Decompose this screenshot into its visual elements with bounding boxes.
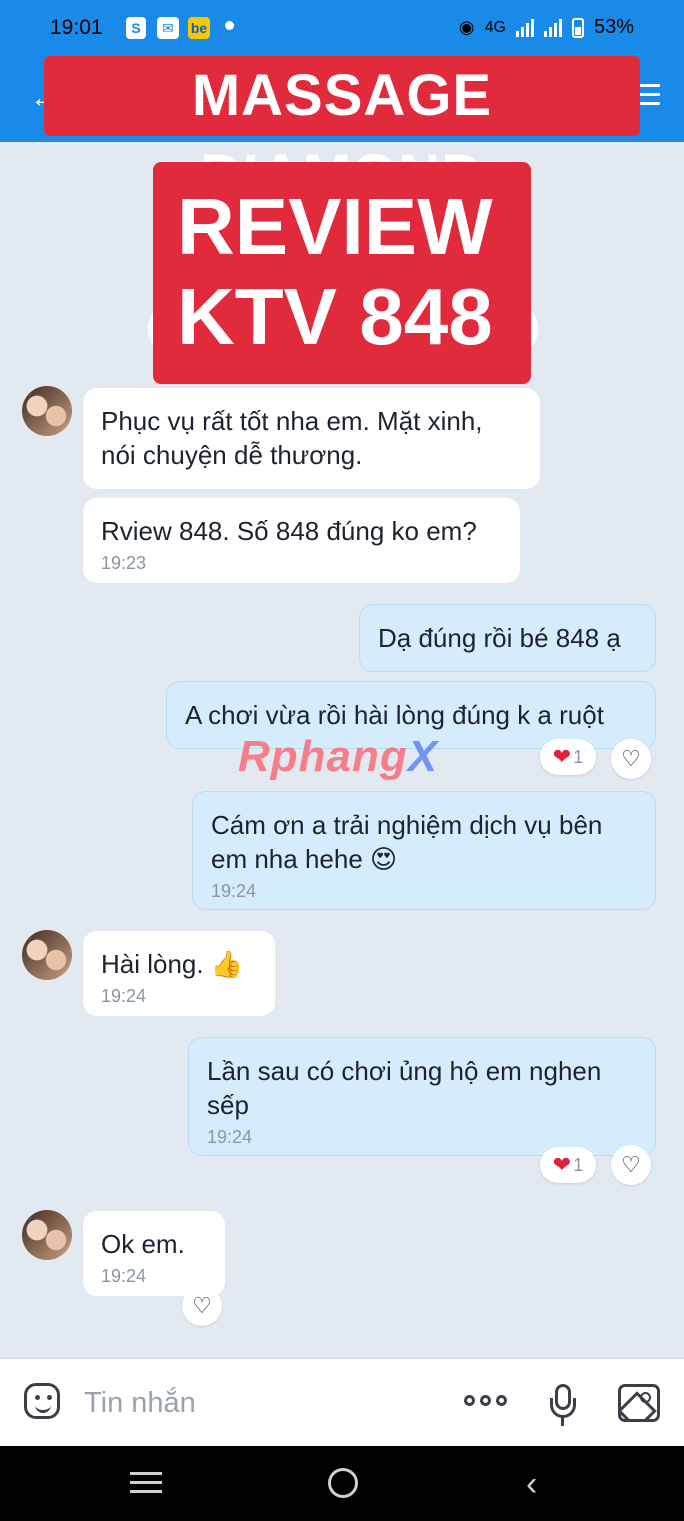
avatar[interactable] — [22, 930, 72, 980]
message-time: 19:24 — [101, 986, 147, 1006]
message-text: Hài lòng. 👍 — [101, 949, 244, 979]
reaction-badge[interactable]: ❤ 1 — [540, 739, 596, 775]
message-bubble[interactable]: Cám ơn a trải nghiệm dịch vụ bên em nha … — [192, 791, 656, 910]
recents-icon[interactable] — [130, 1472, 162, 1499]
message-text: Rview 848. Số 848 đúng ko em? — [101, 516, 477, 546]
shopee-icon: S — [126, 17, 146, 39]
mail-icon: ✉ — [157, 17, 179, 39]
battery-icon — [571, 17, 584, 38]
nav-back-icon[interactable]: ‹ — [526, 1465, 537, 1504]
message-input[interactable] — [82, 1380, 426, 1426]
watermark: RphangX — [238, 732, 438, 782]
message-time: 19:24 — [211, 881, 257, 901]
watermark-text: Rphang — [238, 732, 408, 781]
message-bubble[interactable]: Ok em. 19:24 — [83, 1211, 225, 1296]
heart-outline-icon[interactable]: ♡ — [611, 1145, 651, 1185]
message-bubble[interactable]: Phục vụ rất tốt nha em. Mặt xinh, nói ch… — [83, 388, 540, 489]
home-icon[interactable] — [328, 1468, 358, 1498]
reaction-count: 1 — [573, 746, 584, 767]
image-icon[interactable] — [618, 1384, 660, 1422]
battery-percent: 53% — [593, 16, 634, 38]
message-time: 19:23 — [101, 553, 147, 573]
reaction-badge[interactable]: ❤ 1 — [540, 1147, 596, 1183]
heart-outline-icon[interactable]: ♡ — [182, 1286, 222, 1326]
signal-2-icon — [543, 18, 562, 37]
message-text: Cám ơn a trải nghiệm dịch vụ bên em nha … — [211, 810, 603, 874]
message-text: Lần sau có chơi ủng hộ em nghen sếp — [207, 1056, 602, 1120]
network-type: 4G — [484, 18, 506, 36]
message-bubble[interactable]: Hài lòng. 👍 19:24 — [83, 931, 275, 1016]
message-bubble[interactable]: Dạ đúng rồi bé 848 ạ — [359, 604, 656, 672]
review-line-1: REVIEW — [177, 182, 493, 271]
message-text: Ok em. — [101, 1229, 185, 1259]
message-text: Dạ đúng rồi bé 848 ạ — [378, 623, 621, 653]
signal-icon — [515, 18, 534, 37]
more-options-icon[interactable] — [464, 1395, 507, 1406]
message-bubble[interactable]: Lần sau có chơi ủng hộ em nghen sếp 19:2… — [188, 1037, 656, 1156]
emoji-icon[interactable] — [24, 1383, 60, 1419]
avatar[interactable] — [22, 386, 72, 436]
red-heart-icon: ❤ — [552, 1152, 572, 1177]
red-heart-icon: ❤ — [552, 744, 572, 769]
hotspot-icon: ◉ — [458, 17, 475, 37]
message-text: Phục vụ rất tốt nha em. Mặt xinh, nói ch… — [101, 406, 483, 470]
microphone-icon[interactable] — [550, 1384, 576, 1428]
message-text: A chơi vừa rồi hài lòng đúng k a ruột — [185, 700, 604, 730]
status-time: 19:01 — [50, 16, 103, 39]
reaction-count: 1 — [573, 1154, 584, 1175]
watermark-x: X — [407, 732, 439, 781]
status-indicators: ◉ 4G 53% — [459, 16, 634, 39]
notification-dot-icon — [225, 21, 234, 30]
be-app-icon: be — [188, 17, 210, 39]
message-bubble[interactable]: Rview 848. Số 848 đúng ko em? 19:23 — [83, 498, 520, 583]
review-line-2: KTV 848 — [177, 272, 493, 361]
review-banner: REVIEW KTV 848 — [153, 162, 531, 384]
avatar[interactable] — [22, 1210, 72, 1260]
heart-outline-icon[interactable]: ♡ — [611, 739, 651, 779]
message-time: 19:24 — [101, 1266, 147, 1286]
title-banner: MASSAGE DIAMOND — [44, 56, 640, 208]
